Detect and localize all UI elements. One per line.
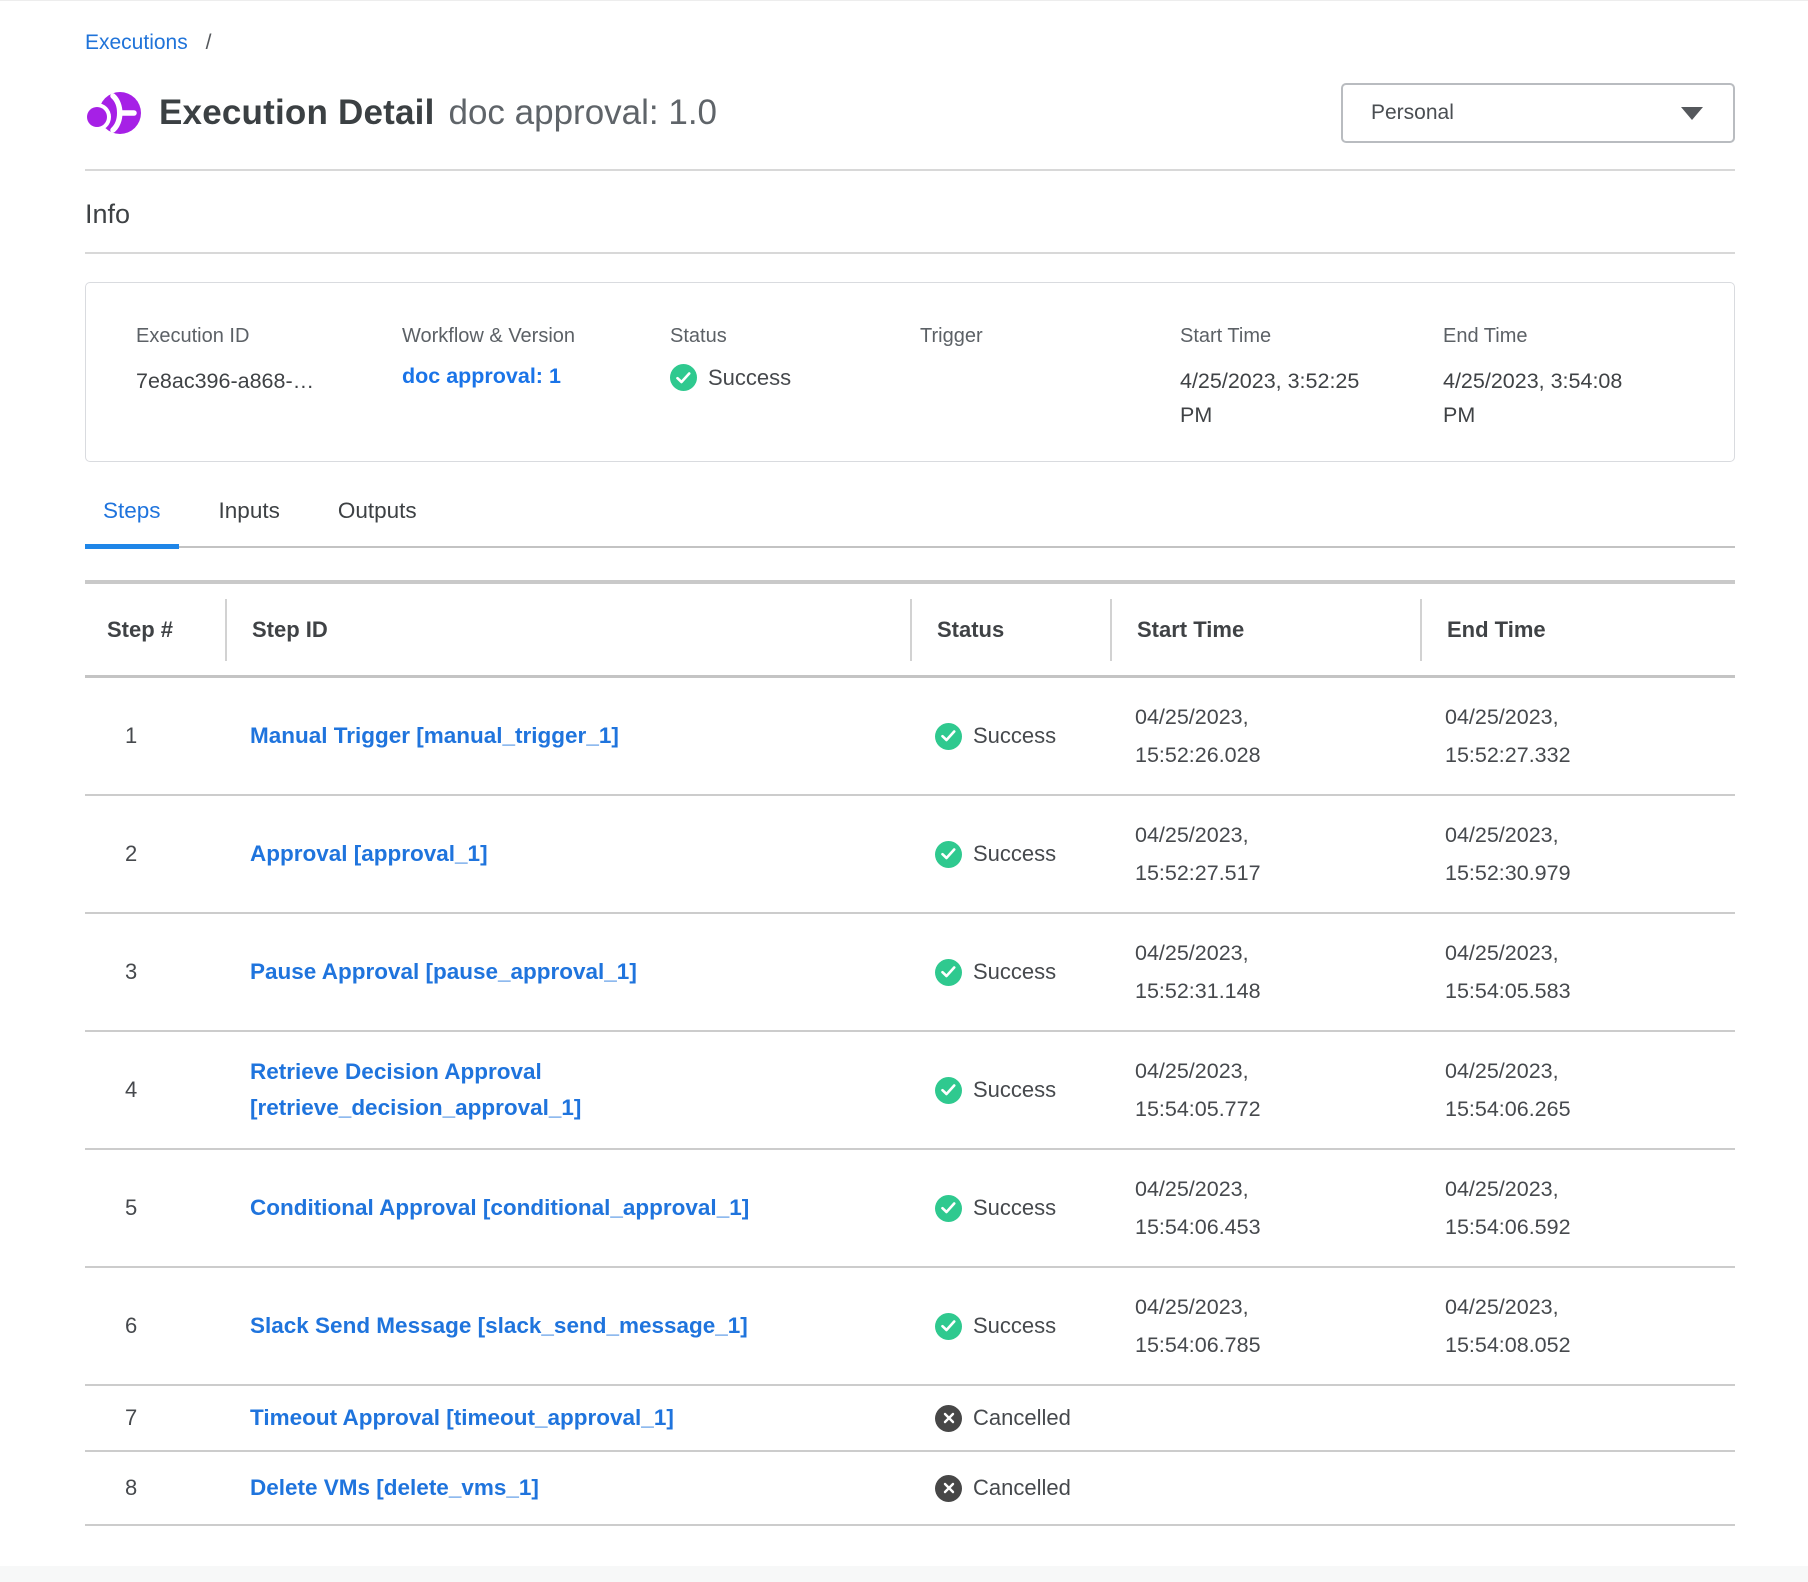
field-label: Trigger (920, 325, 1180, 348)
column-header-step-number: Step # (85, 615, 225, 645)
title-divider (85, 169, 1735, 171)
table-row: 3 Pause Approval [pause_approval_1] Succ… (85, 914, 1735, 1032)
status-text: Success (973, 959, 1056, 985)
status-text: Success (973, 1313, 1056, 1339)
step-link[interactable]: Pause Approval [pause_approval_1] (250, 954, 637, 990)
info-divider (85, 252, 1735, 254)
x-circle-icon (935, 1405, 962, 1432)
status-text: Success (973, 723, 1056, 749)
column-header-step-id: Step ID (225, 599, 910, 661)
status-text: Cancelled (973, 1475, 1071, 1501)
scope-dropdown[interactable]: Personal (1341, 83, 1735, 143)
step-link[interactable]: Delete VMs [delete_vms_1] (250, 1470, 539, 1506)
step-number: 7 (85, 1405, 225, 1431)
start-time: 04/25/2023, 15:52:27.517 (1135, 816, 1295, 892)
table-row: 2 Approval [approval_1] Success 04/25/20… (85, 796, 1735, 914)
status-value: Success (708, 365, 791, 391)
start-time: 04/25/2023, 15:54:06.785 (1135, 1288, 1295, 1364)
end-time: 04/25/2023, 15:52:30.979 (1445, 816, 1605, 892)
status-text: Cancelled (973, 1405, 1071, 1431)
chevron-down-icon (1681, 107, 1703, 120)
status-text: Success (973, 1195, 1056, 1221)
table-row: 5 Conditional Approval [conditional_appr… (85, 1150, 1735, 1268)
breadcrumb-separator: / (206, 31, 212, 54)
start-time: 04/25/2023, 15:52:31.148 (1135, 934, 1295, 1010)
field-label: Workflow & Version (402, 325, 670, 348)
end-time: 04/25/2023, 15:54:06.265 (1445, 1052, 1605, 1128)
page-title: Execution Detail (159, 93, 435, 133)
step-link[interactable]: Timeout Approval [timeout_approval_1] (250, 1400, 674, 1436)
execution-detail-page: Executions / Execution Detail doc approv… (0, 0, 1808, 1582)
step-number: 3 (85, 959, 225, 985)
table-row: 6 Slack Send Message [slack_send_message… (85, 1268, 1735, 1386)
table-row: 7 Timeout Approval [timeout_approval_1] … (85, 1386, 1735, 1452)
step-number: 1 (85, 723, 225, 749)
page-bottom-strip (0, 1566, 1808, 1582)
steps-table-header: Step # Step ID Status Start Time End Tim… (85, 584, 1735, 678)
field-label: End Time (1443, 325, 1714, 348)
breadcrumb: Executions / (85, 1, 1735, 55)
step-number: 6 (85, 1313, 225, 1339)
info-section-title: Info (85, 199, 1735, 230)
check-circle-icon (935, 959, 962, 986)
workflow-version-field: Workflow & Version doc approval: 1 (402, 325, 670, 461)
breadcrumb-executions-link[interactable]: Executions (85, 31, 188, 54)
tab-steps[interactable]: Steps (85, 498, 179, 546)
step-number: 5 (85, 1195, 225, 1221)
end-time: 04/25/2023, 15:54:06.592 (1445, 1170, 1605, 1246)
column-header-status: Status (910, 599, 1110, 661)
status-text: Success (973, 1077, 1056, 1103)
start-time-field: Start Time 4/25/2023, 3:52:25 PM (1180, 325, 1443, 461)
table-row: 1 Manual Trigger [manual_trigger_1] Succ… (85, 678, 1735, 796)
end-time: 04/25/2023, 15:54:08.052 (1445, 1288, 1605, 1364)
step-number: 8 (85, 1475, 225, 1501)
step-link[interactable]: Approval [approval_1] (250, 836, 488, 872)
steps-table: Step # Step ID Status Start Time End Tim… (85, 580, 1735, 1526)
execution-id-value: 7e8ac396-a868-… (136, 364, 351, 398)
check-circle-icon (670, 364, 697, 391)
execution-info-card: Execution ID 7e8ac396-a868-… Workflow & … (85, 282, 1735, 462)
x-circle-icon (935, 1475, 962, 1502)
table-row: 8 Delete VMs [delete_vms_1] Cancelled (85, 1452, 1735, 1526)
step-link[interactable]: Conditional Approval [conditional_approv… (250, 1190, 749, 1226)
execution-id-field: Execution ID 7e8ac396-a868-… (136, 325, 402, 461)
start-time: 04/25/2023, 15:54:05.772 (1135, 1052, 1295, 1128)
field-label: Execution ID (136, 325, 402, 348)
end-time-value: 4/25/2023, 3:54:08 PM (1443, 364, 1658, 432)
status-text: Success (973, 841, 1056, 867)
column-header-end-time: End Time (1420, 599, 1735, 661)
step-link[interactable]: Manual Trigger [manual_trigger_1] (250, 718, 619, 754)
check-circle-icon (935, 723, 962, 750)
field-label: Start Time (1180, 325, 1443, 348)
table-row: 4 Retrieve Decision Approval [retrieve_d… (85, 1032, 1735, 1150)
page-subtitle: doc approval: 1.0 (449, 93, 718, 133)
tab-outputs[interactable]: Outputs (320, 498, 435, 546)
check-circle-icon (935, 1195, 962, 1222)
end-time-field: End Time 4/25/2023, 3:54:08 PM (1443, 325, 1714, 461)
step-link[interactable]: Slack Send Message [slack_send_message_1… (250, 1308, 748, 1344)
scope-dropdown-value: Personal (1371, 101, 1454, 125)
field-label: Status (670, 325, 920, 348)
end-time: 04/25/2023, 15:54:05.583 (1445, 934, 1605, 1010)
status-field: Status Success (670, 325, 920, 461)
check-circle-icon (935, 1077, 962, 1104)
workflow-version-link[interactable]: doc approval: 1 (402, 364, 561, 388)
detail-tabs: Steps Inputs Outputs (85, 498, 1735, 548)
step-number: 2 (85, 841, 225, 867)
start-time: 04/25/2023, 15:52:26.028 (1135, 698, 1295, 774)
end-time: 04/25/2023, 15:52:27.332 (1445, 698, 1605, 774)
trigger-field: Trigger (920, 325, 1180, 461)
tab-inputs[interactable]: Inputs (201, 498, 298, 546)
start-time: 04/25/2023, 15:54:06.453 (1135, 1170, 1295, 1246)
column-header-start-time: Start Time (1110, 599, 1420, 661)
workflow-logo-icon (85, 85, 141, 141)
step-number: 4 (85, 1077, 225, 1103)
check-circle-icon (935, 841, 962, 868)
step-link[interactable]: Retrieve Decision Approval [retrieve_dec… (250, 1054, 670, 1126)
check-circle-icon (935, 1313, 962, 1340)
start-time-value: 4/25/2023, 3:52:25 PM (1180, 364, 1395, 432)
